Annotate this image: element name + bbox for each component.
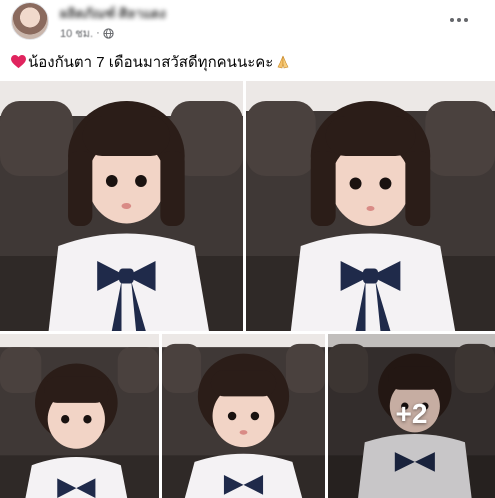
facebook-post: ผลิตภัณฑ์ ศิลาแดง 10 ชม. · น้องกันตา 7 เ… <box>0 0 495 498</box>
post-photo-2[interactable] <box>246 81 495 331</box>
photo-grid: +2 <box>0 81 495 498</box>
more-options-icon <box>450 18 454 22</box>
post-header: ผลิตภัณฑ์ ศิลาแดง 10 ชม. · <box>0 0 495 40</box>
baby-photo-image <box>246 81 495 331</box>
folded-hands-emoji-icon <box>277 55 289 69</box>
post-photo-4[interactable] <box>162 334 325 498</box>
post-caption: น้องกันตา 7 เดือนมาสวัสดีทุกคนนะคะ <box>11 50 291 74</box>
red-heart-emoji-icon <box>11 55 26 69</box>
author-avatar[interactable] <box>11 2 49 40</box>
post-photo-5-more[interactable]: +2 <box>328 334 495 498</box>
caption-text: น้องกันตา 7 เดือนมาสวัสดีทุกคนนะคะ <box>28 54 274 71</box>
post-photo-3[interactable] <box>0 334 159 498</box>
baby-photo-image <box>0 81 243 331</box>
post-meta: 10 ชม. · <box>60 24 114 42</box>
post-timestamp[interactable]: 10 ชม. <box>60 24 93 42</box>
globe-icon <box>103 27 114 39</box>
author-name[interactable]: ผลิตภัณฑ์ ศิลาแดง <box>60 3 166 24</box>
more-photos-count[interactable]: +2 <box>328 398 495 430</box>
baby-photo-image <box>162 334 325 498</box>
more-options-button[interactable] <box>447 12 471 28</box>
baby-photo-image <box>0 334 159 498</box>
post-photo-1[interactable] <box>0 81 243 331</box>
